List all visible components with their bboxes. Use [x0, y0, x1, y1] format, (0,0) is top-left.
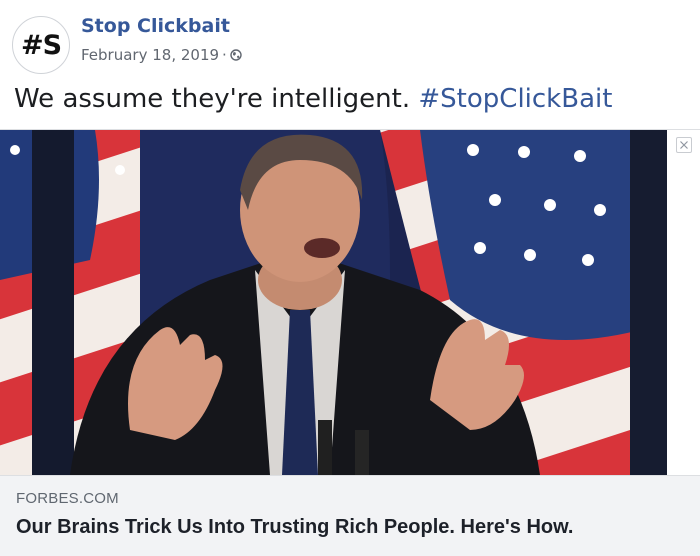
image-side-gutter [667, 130, 700, 475]
avatar-text: #S [20, 29, 62, 61]
link-preview-image[interactable] [0, 130, 667, 475]
page-avatar[interactable]: #S [12, 16, 70, 74]
speaker-photo-icon [0, 130, 667, 475]
post-meta: February 18, 2019 · [81, 46, 242, 64]
page-name-link[interactable]: Stop Clickbait [81, 15, 230, 37]
link-caption[interactable]: FORBES.COM Our Brains Trick Us Into Trus… [0, 475, 700, 556]
link-headline[interactable]: Our Brains Trick Us Into Trusting Rich P… [16, 516, 573, 539]
link-domain: FORBES.COM [16, 490, 119, 507]
post-date-link[interactable]: February 18, 2019 [81, 46, 219, 64]
hashtag-link[interactable]: #StopClickBait [418, 84, 612, 114]
meta-separator: · [222, 46, 227, 64]
post-body: We assume they're intelligent. [14, 84, 411, 114]
close-icon[interactable] [676, 137, 692, 153]
globe-icon[interactable] [230, 49, 242, 61]
link-preview-card[interactable]: FORBES.COM Our Brains Trick Us Into Trus… [0, 129, 700, 556]
facebook-post: #S Stop Clickbait February 18, 2019 · We… [0, 0, 700, 556]
post-text: We assume they're intelligent. #StopClic… [14, 84, 612, 114]
